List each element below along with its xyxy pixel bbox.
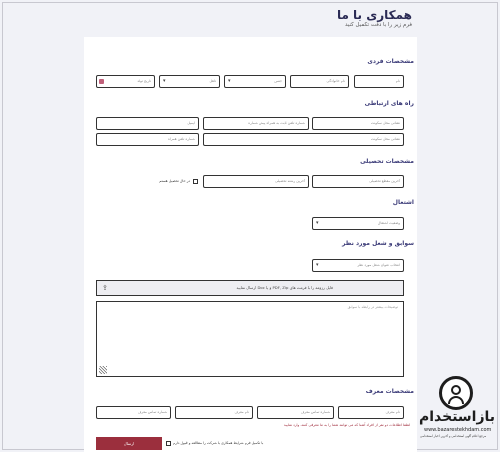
ref2-phone-field[interactable]: شماره تماس معرف xyxy=(96,406,171,419)
studying-checkbox[interactable] xyxy=(193,179,198,184)
section-title-references: مشخصات معرف xyxy=(365,388,414,395)
last-name-field[interactable]: نام خانوادگی xyxy=(290,75,349,88)
section-title-contact: راه های ارتباطی xyxy=(364,100,414,107)
gender-select[interactable]: جنس xyxy=(224,75,286,88)
ref2-name-field[interactable]: نام معرف xyxy=(175,406,253,419)
upload-icon: ⇪ xyxy=(102,284,108,292)
watermark-tagline: مرجع اعلام آگهی استخدامی و آخرین اخبار ا… xyxy=(420,434,487,438)
ref1-name-field[interactable]: نام معرف xyxy=(338,406,404,419)
terms-checkbox[interactable] xyxy=(166,441,171,446)
person-icon xyxy=(439,376,473,410)
birthdate-placeholder: تاریخ تولد xyxy=(137,79,151,83)
submit-button[interactable]: ارسال xyxy=(96,437,162,450)
history-textarea[interactable]: توضیحات بیشتر در رابطه با سوابق xyxy=(96,301,404,377)
watermark-logo: بازاستخدام www.bazarestekhdam.com مرجع ا… xyxy=(418,376,496,444)
address-field[interactable]: نشانی محل سکونت xyxy=(312,117,404,130)
ref1-phone-field[interactable]: شماره تماس معرف xyxy=(257,406,334,419)
email-field[interactable]: ایمیل xyxy=(96,117,199,130)
field-of-study-field[interactable]: آخرین رشته تحصیلی xyxy=(203,175,309,188)
resize-handle[interactable] xyxy=(99,366,107,374)
terms-label: با تکمیل فرم شرایط همکاری با شرکت را مطا… xyxy=(173,441,264,445)
mobile-field[interactable]: شماره تلفن همراه xyxy=(96,133,199,146)
resume-upload[interactable]: فایل رزومه را با فرمت های PDF, Zip و یا … xyxy=(96,280,404,296)
home-phone-field[interactable]: شماره تلفن ثابت به همراه پیش شماره xyxy=(203,117,309,130)
resume-upload-label: فایل رزومه را با فرمت های PDF, Zip و یا … xyxy=(236,285,333,290)
watermark-name: بازاستخدام xyxy=(418,409,496,425)
section-title-history: سوابق و شغل مورد نظر xyxy=(342,240,414,247)
watermark-url: www.bazarestekhdam.com xyxy=(424,427,492,433)
marital-select[interactable]: تاهل xyxy=(159,75,220,88)
address-full-field[interactable]: نشانی محل سکونت xyxy=(203,133,404,146)
calendar-icon[interactable] xyxy=(99,79,104,84)
page-title: همکاری با ما xyxy=(336,8,412,22)
first-name-field[interactable]: نام xyxy=(354,75,404,88)
page-subtitle: فرم زیر را با دقت تکمیل کنید xyxy=(344,22,412,28)
birthdate-field[interactable]: تاریخ تولد xyxy=(96,75,155,88)
section-title-education: مشخصات تحصیلی xyxy=(360,158,414,165)
employment-status-select[interactable]: وضعیت اشتغال xyxy=(312,217,404,230)
section-title-employment: اشتغال xyxy=(392,199,414,206)
history-textarea-placeholder: توضیحات بیشتر در رابطه با سوابق xyxy=(347,305,398,309)
studying-checkbox-label: در حال تحصیل هستم xyxy=(159,179,190,183)
section-title-personal: مشخصات فردی xyxy=(367,58,414,65)
job-title-select[interactable]: انتخاب عنوان شغل مورد نظر xyxy=(312,259,404,272)
references-note: لطفا اطلاعات دو نفر از افراد آشنا که می … xyxy=(283,423,410,427)
education-level-field[interactable]: آخرین مقطع تحصیلی xyxy=(312,175,404,188)
